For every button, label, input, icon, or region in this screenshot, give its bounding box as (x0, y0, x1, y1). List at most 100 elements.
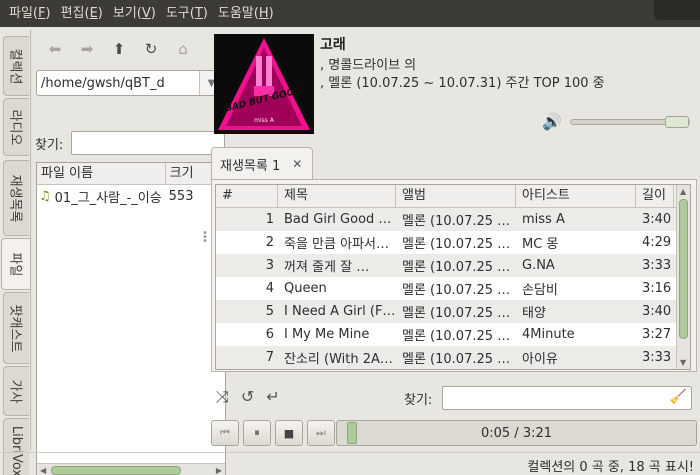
refresh-icon[interactable]: ↻ (135, 38, 167, 60)
menu-item-2[interactable]: 보기(V) (108, 0, 161, 27)
column-header-artist[interactable]: 아티스트 (516, 185, 636, 207)
table-row[interactable]: 6 I My Me Mine 멜론 (10.07.25 … 4Minute 3:27 (216, 323, 690, 346)
pause-icon[interactable]: ⏸ (243, 420, 271, 446)
side-tab-1[interactable]: 라디오 (3, 98, 29, 156)
column-header-number[interactable]: # (216, 185, 278, 207)
stop-after-icon[interactable]: ↵ (266, 387, 279, 407)
menu-item-text: ) (268, 6, 274, 21)
album-art-image: BAD BUT GOOD miss A (214, 34, 314, 134)
scroll-down-icon[interactable]: ▼ (680, 358, 686, 367)
cell-num: 5 (265, 304, 274, 319)
now-playing-album: , 멜론 (10.07.25 ~ 10.07.31) 주간 TOP 100 중 (320, 76, 605, 91)
menu-item-text: ) (150, 6, 156, 21)
menu-item-text: ) (45, 6, 51, 21)
cell-num: 6 (265, 327, 274, 342)
cell-length: 3:27 (642, 327, 672, 342)
cell-num: 4 (265, 281, 274, 296)
table-row[interactable]: 4 Queen 멜론 (10.07.25 … 손담비 3:16 (216, 277, 690, 300)
side-tabs: 컬렉션 라디오 재생목록 파일 팟캐스트 가사 LibriVox (0, 36, 31, 475)
music-note-icon: ♫ (39, 188, 51, 204)
menu-item-text: 보기( (112, 6, 142, 21)
file-nav-toolbar: ⬅ ➡ ⬆ ↻ ⌂ (39, 38, 199, 60)
table-row[interactable]: 7 잔소리 (With 2A… 멜론 (10.07.25 … 아이유 3:33 (216, 346, 690, 369)
menu-item-3[interactable]: 도구(T) (161, 0, 213, 27)
stop-icon[interactable]: ■ (275, 420, 303, 446)
track-progress-bar[interactable]: 0:05 / 3:21 (336, 420, 697, 446)
repeat-icon[interactable]: ↺ (241, 387, 254, 407)
cell-title: 잔소리 (With 2A… (284, 352, 393, 367)
playlist-table[interactable]: # 제목 앨범 아티스트 길이 1 Bad Girl Good … 멜론 (10.0… (215, 184, 691, 370)
cell-title: Queen (284, 281, 327, 296)
vertical-scrollbar[interactable]: ▲ ▼ (676, 185, 690, 369)
back-arrow-icon[interactable]: ⬅ (39, 38, 71, 60)
cell-album: 멜론 (10.07.25 … (402, 329, 511, 344)
splitter-handle[interactable]: • • • (202, 229, 208, 247)
file-name: 01_그_사람_-_이승 (54, 190, 162, 206)
cell-artist: MC 몽 (522, 237, 559, 252)
status-bar: 컬렉션의 0 곡 중, 18 곡 표시! (0, 452, 700, 475)
path-combo[interactable]: /home/gwsh/qBT_d ▼ (36, 70, 224, 96)
cell-num: 3 (265, 258, 274, 273)
volume-slider[interactable] (570, 115, 690, 128)
side-tab-label: 가사 (6, 379, 22, 403)
table-row[interactable]: 2 죽을 만큼 아파서… 멜론 (10.07.25 … MC 몽 4:29 (216, 231, 690, 254)
list-item[interactable]: ♫ 01_그_사람_-_이승 553 (37, 185, 225, 207)
table-row[interactable]: 5 I Need A Girl (F… 멜론 (10.07.25 … 태양 3:40 (216, 300, 690, 323)
forward-arrow-icon[interactable]: ➡ (71, 38, 103, 60)
cell-length: 3:33 (642, 350, 672, 365)
album-art-artist: miss A (254, 117, 275, 124)
cell-length: 3:40 (642, 304, 672, 319)
previous-icon[interactable]: ⏮ (211, 420, 239, 446)
menu-item-1[interactable]: 편집(E) (56, 0, 108, 27)
playlist-tab-label: 재생목록 1 (220, 158, 281, 174)
scrollbar-thumb[interactable] (679, 199, 688, 339)
close-icon[interactable]: ✕ (292, 157, 302, 171)
column-header-length[interactable]: 길이 (636, 185, 674, 207)
speaker-icon[interactable]: 🔊 (542, 112, 564, 131)
playlist-frame: # 제목 앨범 아티스트 길이 1 Bad Girl Good … 멜론 (10.0… (211, 179, 697, 372)
next-icon[interactable]: ⏭ (307, 420, 335, 446)
tab-playlist-1[interactable]: 재생목록 1 ✕ (211, 147, 313, 180)
menu-item-0[interactable]: 파일(F) (4, 0, 56, 27)
side-tab-5[interactable]: 가사 (3, 366, 29, 416)
playlist-find-input[interactable]: 🧹 (442, 386, 692, 410)
playlist-header: # 제목 앨범 아티스트 길이 (216, 185, 690, 208)
volume-control: 🔊 (542, 112, 690, 131)
side-tab-4[interactable]: 팟캐스트 (3, 292, 29, 364)
cell-title: I Need A Girl (F… (284, 304, 396, 319)
cell-artist: G.NA (522, 258, 555, 273)
table-row[interactable]: 3 꺼져 줄게 잘 … 멜론 (10.07.25 … G.NA 3:33 (216, 254, 690, 277)
home-icon[interactable]: ⌂ (167, 38, 199, 60)
cell-artist: 손담비 (522, 283, 558, 298)
transport-controls: ⏮ ⏸ ■ ⏭ (211, 420, 335, 446)
cell-album: 멜론 (10.07.25 … (402, 260, 511, 275)
side-tab-0[interactable]: 컬렉션 (3, 36, 29, 96)
side-tab-2[interactable]: 재생목록 (3, 160, 29, 236)
file-browser-panel: ⬅ ➡ ⬆ ↻ ⌂ /home/gwsh/qBT_d ▼ 찾기: 파일 이름 크… (30, 30, 226, 475)
table-row[interactable]: 1 Bad Girl Good … 멜론 (10.07.25 … miss A 3:40 (216, 208, 690, 231)
cell-length: 3:40 (642, 212, 672, 227)
file-find-label: 찾기: (35, 137, 64, 153)
cell-title: 꺼져 줄게 잘 … (284, 260, 370, 275)
cell-album: 멜론 (10.07.25 … (402, 306, 511, 321)
column-header-album[interactable]: 앨범 (396, 185, 516, 207)
file-list[interactable]: 파일 이름 크기 ♫ 01_그_사람_-_이승 553 ◀ ▶ (36, 162, 226, 475)
scroll-up-icon[interactable]: ▲ (680, 187, 686, 196)
side-tab-label: 파일 (6, 252, 22, 276)
cell-title: I My Me Mine (284, 327, 370, 342)
status-text: 컬렉션의 0 곡 중, 18 곡 표시! (527, 460, 694, 475)
menu-item-text: ) (97, 6, 103, 21)
side-tab-3[interactable]: 파일 (1, 238, 31, 290)
volume-slider-knob[interactable] (665, 115, 689, 128)
column-header-filename[interactable]: 파일 이름 (37, 163, 166, 184)
cell-album: 멜론 (10.07.25 … (402, 352, 511, 367)
file-find-input[interactable] (71, 131, 225, 155)
menu-item-text: E (89, 6, 98, 21)
column-header-title[interactable]: 제목 (278, 185, 396, 207)
shuffle-icon[interactable]: ⤨ (216, 387, 229, 407)
progress-knob[interactable] (346, 422, 357, 444)
menu-item-4[interactable]: 도움말(H) (213, 0, 279, 27)
up-arrow-icon[interactable]: ⬆ (103, 38, 135, 60)
clear-broom-icon[interactable]: 🧹 (670, 389, 687, 405)
menu-item-text: 파일( (9, 6, 38, 21)
